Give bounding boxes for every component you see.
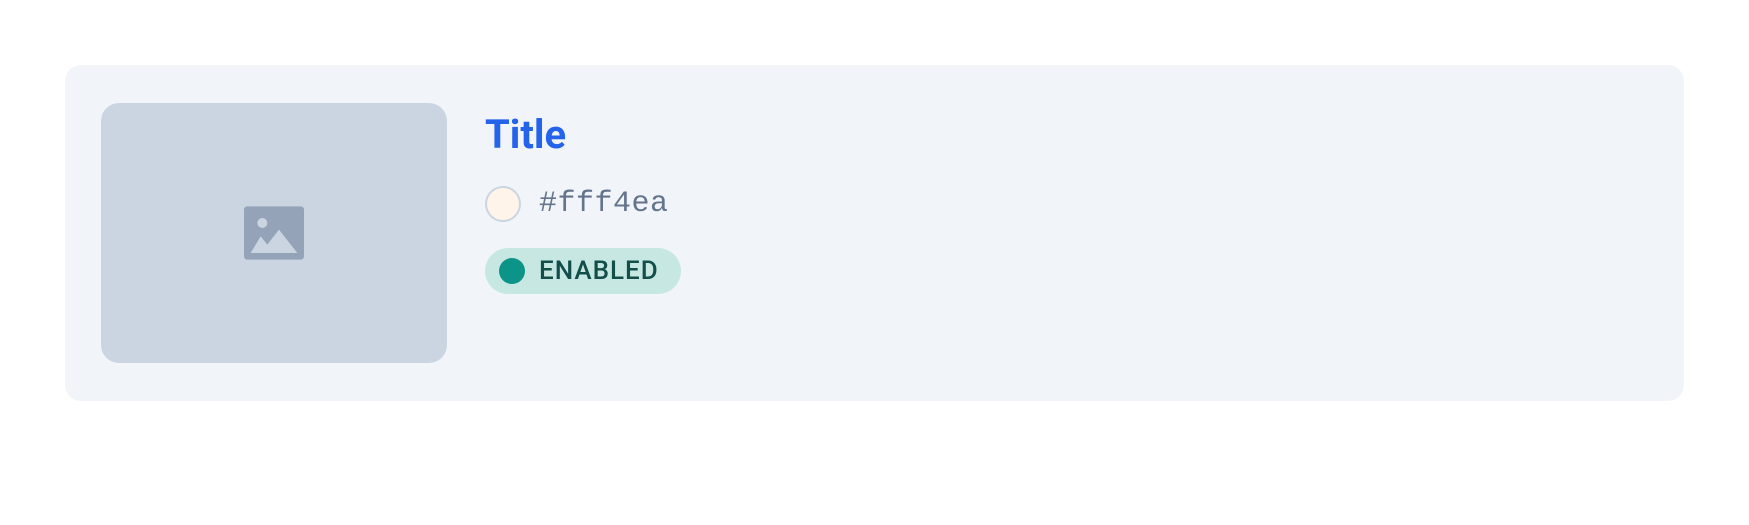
item-title[interactable]: Title [485,111,681,158]
color-hex-value: #fff4ea [539,187,669,221]
image-icon [234,193,314,273]
thumbnail-placeholder [101,103,447,363]
color-swatch [485,186,521,222]
item-card: Title #fff4ea ENABLED [65,65,1684,401]
color-row: #fff4ea [485,186,681,222]
info-section: Title #fff4ea ENABLED [485,103,681,294]
status-badge: ENABLED [485,248,681,294]
status-dot-icon [499,258,525,284]
status-label: ENABLED [539,256,659,286]
